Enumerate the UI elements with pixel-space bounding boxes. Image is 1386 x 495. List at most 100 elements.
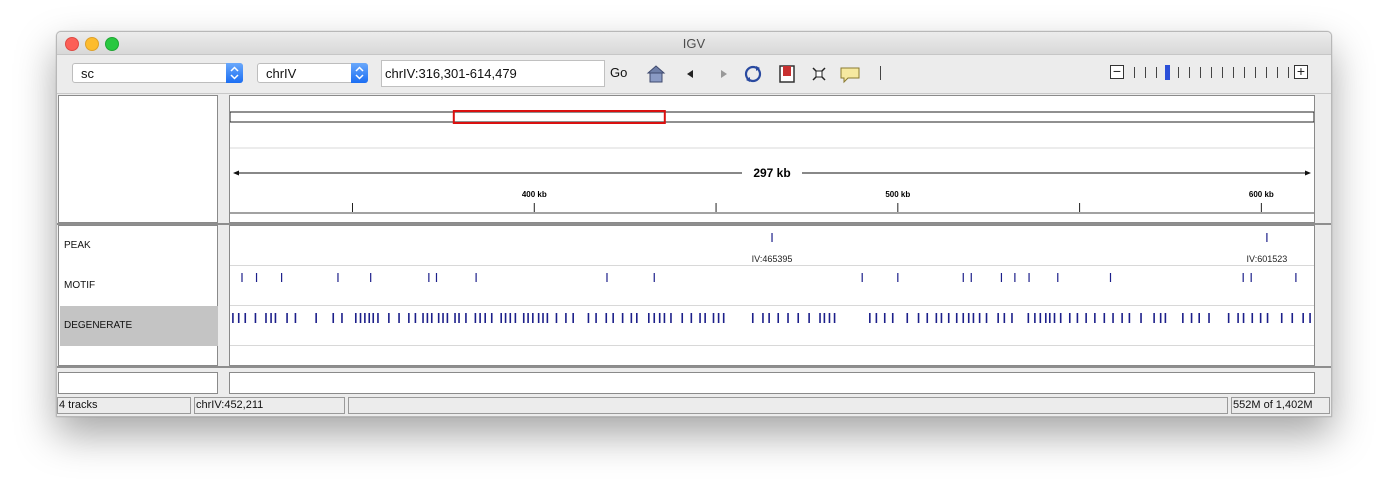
degenerate-feature[interactable] [1242,313,1245,323]
popup-icon[interactable] [839,64,863,84]
degenerate-feature[interactable] [377,313,379,323]
degenerate-feature[interactable] [1059,313,1062,323]
degenerate-feature[interactable] [254,313,257,323]
motif-features[interactable] [230,266,1314,306]
degenerate-feature[interactable] [294,313,297,323]
degenerate-feature[interactable] [274,313,277,323]
degenerate-feature[interactable] [315,313,317,323]
zoom-level-tick[interactable] [1145,67,1146,78]
zoom-in-button[interactable]: + [1294,63,1308,79]
degenerate-feature[interactable] [985,313,988,323]
degenerate-feature[interactable] [1076,313,1079,323]
degenerate-feature[interactable] [1140,313,1142,323]
degenerate-feature[interactable] [504,313,507,323]
degenerate-feature[interactable] [542,313,544,323]
degenerate-feature[interactable] [621,313,624,323]
genome-select[interactable]: sc [72,63,243,83]
degenerate-feature[interactable] [1259,313,1262,323]
degenerate-feature[interactable] [442,313,444,323]
degenerate-feature[interactable] [354,313,357,323]
degenerate-feature[interactable] [368,313,371,323]
degenerate-feature[interactable] [704,313,706,323]
degenerate-feature[interactable] [465,313,467,323]
degenerate-feature[interactable] [572,313,574,323]
degenerate-feature[interactable] [437,313,440,323]
degenerate-feature[interactable] [955,313,958,323]
degenerate-feature[interactable] [1251,313,1254,323]
degenerate-feature[interactable] [458,313,460,323]
ruler[interactable]: 297 kb 400 kb 500 kb 600 kb [229,96,1315,222]
degenerate-feature[interactable] [532,313,534,323]
degenerate-feature[interactable] [663,313,666,323]
forward-icon[interactable] [713,64,733,84]
degenerate-feature[interactable] [947,313,950,323]
degenerate-feature[interactable] [978,313,981,323]
degenerate-feature[interactable] [875,313,878,323]
degenerate-feature[interactable] [699,313,701,323]
degenerate-feature[interactable] [823,313,826,323]
degenerate-feature[interactable] [1068,313,1071,323]
degenerate-feature[interactable] [265,313,267,323]
degenerate-feature[interactable] [630,313,633,323]
degenerate-feature[interactable] [653,313,656,323]
degenerate-feature[interactable] [1085,313,1087,323]
zoom-level-tick[interactable] [1156,67,1157,78]
back-icon[interactable] [681,64,701,84]
degenerate-feature[interactable] [1094,313,1096,323]
degenerate-feature[interactable] [587,313,590,323]
degenerate-feature[interactable] [1153,313,1155,323]
degenerate-feature[interactable] [797,313,800,323]
zoom-level-tick[interactable] [1233,67,1234,78]
degenerate-feature[interactable] [286,313,288,323]
degenerate-feature[interactable] [1011,313,1013,323]
degenerate-feature[interactable] [1266,313,1269,323]
roi-icon[interactable] [777,64,797,84]
degenerate-feature[interactable] [722,313,725,323]
degenerate-feature[interactable] [509,313,512,323]
degenerate-feature[interactable] [359,313,362,323]
degenerate-feature[interactable] [917,313,920,323]
degenerate-features[interactable] [230,306,1314,346]
degenerate-feature[interactable] [1237,313,1239,323]
degenerate-feature[interactable] [422,313,424,323]
zoom-level-tick[interactable] [1266,67,1267,78]
degenerate-feature[interactable] [712,313,715,323]
degenerate-feature[interactable] [341,313,343,323]
degenerate-feature[interactable] [1291,313,1294,323]
degenerate-feature[interactable] [430,313,433,323]
degenerate-feature[interactable] [1302,313,1304,323]
degenerate-feature[interactable] [1053,313,1056,323]
degenerate-feature[interactable] [490,313,493,323]
degenerate-feature[interactable] [237,313,240,323]
degenerate-feature[interactable] [1190,313,1193,323]
degenerate-feature[interactable] [1112,313,1114,323]
degenerate-feature[interactable] [1159,313,1162,323]
degenerate-feature[interactable] [997,313,999,323]
degenerate-feature[interactable] [1003,313,1006,323]
zoom-level-tick[interactable] [1222,67,1223,78]
degenerate-feature[interactable] [891,313,894,323]
degenerate-feature[interactable] [595,313,597,323]
degenerate-feature[interactable] [926,313,929,323]
degenerate-feature[interactable] [479,313,481,323]
degenerate-feature[interactable] [869,313,871,323]
degenerate-feature[interactable] [906,313,909,323]
degenerate-feature[interactable] [967,313,970,323]
degenerate-feature[interactable] [935,313,938,323]
track-row-motif[interactable] [230,266,1314,306]
degenerate-feature[interactable] [414,313,417,323]
degenerate-feature[interactable] [1198,313,1200,323]
degenerate-feature[interactable] [612,313,614,323]
chromosome-ideogram[interactable] [229,111,1315,123]
degenerate-feature[interactable] [1103,313,1106,323]
degenerate-feature[interactable] [484,313,487,323]
zoom-level-selected[interactable] [1165,65,1170,80]
degenerate-feature[interactable] [474,313,477,323]
degenerate-feature[interactable] [808,313,810,323]
degenerate-feature[interactable] [1182,313,1184,323]
degenerate-feature[interactable] [426,313,429,323]
track-row-peak[interactable]: IV:465395 IV:601523 [230,226,1314,266]
zoom-level-tick[interactable] [1134,67,1135,78]
degenerate-feature[interactable] [762,313,764,323]
degenerate-feature[interactable] [819,313,821,323]
